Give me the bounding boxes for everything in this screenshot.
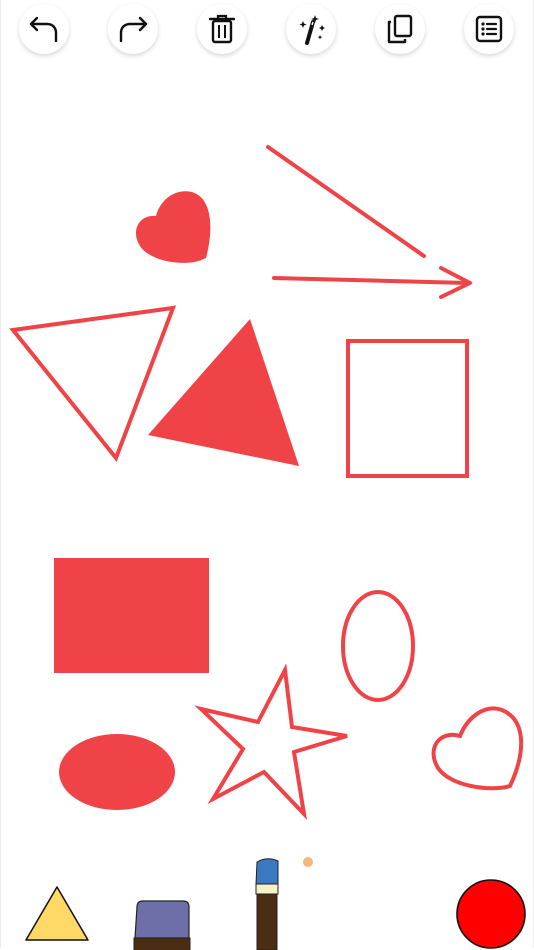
- ellipse-shape-filled[interactable]: [59, 734, 175, 810]
- triangle-shape-outline[interactable]: [9, 305, 177, 462]
- trash-icon: [209, 14, 235, 44]
- triangle-shape-icon[interactable]: [25, 886, 89, 941]
- color-swatch-icon[interactable]: [456, 879, 526, 949]
- redo-icon: [119, 16, 148, 42]
- undo-button[interactable]: [19, 4, 69, 54]
- heart-shape-outline[interactable]: [431, 706, 524, 791]
- bottom-tools-svg: [25, 857, 526, 950]
- drawing-canvas[interactable]: [0, 0, 534, 850]
- star-shape-outline[interactable]: [194, 663, 348, 821]
- copy-button[interactable]: [375, 4, 425, 54]
- magic-wand-icon: [299, 15, 325, 45]
- triangle-shape-filled[interactable]: [148, 319, 299, 466]
- rectangle-shape-filled[interactable]: [54, 558, 209, 673]
- brush-size-indicator[interactable]: [303, 857, 313, 867]
- paintbrush-icon[interactable]: [255, 858, 279, 950]
- bottom-tool-tray: [0, 850, 534, 950]
- line-shape[interactable]: [266, 145, 426, 258]
- copy-icon: [387, 14, 413, 44]
- eraser-icon[interactable]: [133, 900, 191, 950]
- heart-shape-filled[interactable]: [135, 191, 211, 263]
- list-button[interactable]: [464, 4, 514, 54]
- redo-button[interactable]: [108, 4, 158, 54]
- delete-button[interactable]: [197, 4, 247, 54]
- top-toolbar: [0, 0, 534, 70]
- square-shape-outline[interactable]: [346, 339, 469, 478]
- arrow-shape[interactable]: [272, 266, 472, 299]
- magic-button[interactable]: [286, 4, 336, 54]
- list-icon: [475, 15, 503, 43]
- ellipse-shape-outline[interactable]: [341, 590, 415, 702]
- undo-icon: [29, 16, 58, 42]
